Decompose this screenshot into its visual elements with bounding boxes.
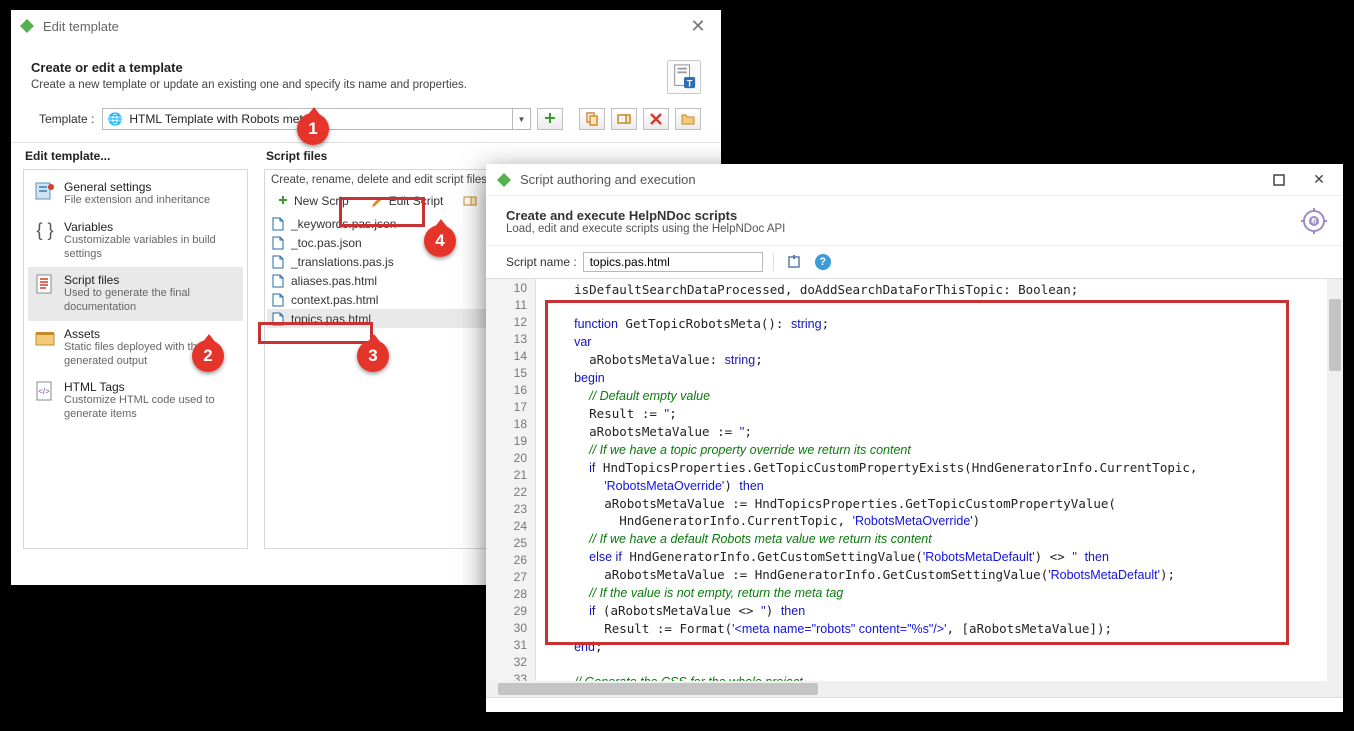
titlebar[interactable]: Script authoring and execution ✕ [486,164,1343,196]
titlebar[interactable]: Edit template ✕ [11,10,721,42]
file-icon [271,255,285,269]
app-icon [19,18,35,34]
chevron-down-icon[interactable]: ▼ [512,109,530,129]
open-folder-button[interactable] [675,108,701,130]
script-name-input[interactable] [583,252,763,272]
rename-script-button[interactable] [456,190,484,212]
app-icon [496,172,512,188]
nav-general-settings[interactable]: General settingsFile extension and inher… [28,174,243,214]
rename-icon [463,194,477,208]
nav-script-files[interactable]: Script filesUsed to generate the final d… [28,267,243,321]
dialog-header: Create or edit a template Create a new t… [11,42,721,108]
file-icon [271,217,285,231]
dialog-title: Edit template [43,19,683,34]
nav-html-tags[interactable]: </> HTML TagsCustomize HTML code used to… [28,374,243,428]
vertical-scrollbar[interactable] [1327,279,1343,681]
rename-template-button[interactable] [611,108,637,130]
file-icon [271,312,285,326]
template-icon: T [667,60,701,94]
dialog-header: Create and execute HelpNDoc scripts Load… [486,196,1343,246]
template-label: Template : [39,112,94,126]
edit-script-button[interactable]: Edit Script [358,190,457,212]
svg-text:</>: </> [38,387,50,396]
settings-icon [34,180,56,202]
close-icon[interactable]: ✕ [1299,164,1339,196]
code-editor[interactable]: 1011121314151617181920212223242526272829… [486,278,1343,698]
svg-text:API: API [1309,220,1319,226]
marker-1: 1 [297,113,329,145]
plus-icon [276,194,290,208]
globe-icon: 🌐 [107,111,123,127]
open-script-button[interactable] [784,252,806,272]
maximize-icon[interactable] [1259,164,1299,196]
file-icon [271,236,285,250]
edit-template-section: Edit template... [25,149,248,163]
script-icon [34,273,56,295]
marker-3: 3 [357,340,389,372]
scroll-corner [1327,681,1343,697]
script-files-section: Script files [266,149,711,163]
header-subtitle: Create a new template or update an exist… [31,79,667,91]
delete-template-button[interactable] [643,108,669,130]
copy-template-button[interactable] [579,108,605,130]
marker-4: 4 [424,225,456,257]
file-icon [271,274,285,288]
braces-icon: { } [34,220,56,242]
html-tag-icon: </> [34,380,56,402]
help-button[interactable]: ? [812,252,834,272]
file-icon [271,293,285,307]
nav-variables[interactable]: { } VariablesCustomizable variables in b… [28,214,243,268]
assets-icon [34,327,56,349]
pencil-icon [371,194,385,208]
svg-text:T: T [687,78,693,88]
dialog-title: Script authoring and execution [520,172,1259,187]
marker-2: 2 [192,340,224,372]
script-name-label: Script name : [506,255,577,269]
help-icon: ? [815,254,831,270]
add-template-button[interactable] [537,108,563,130]
close-icon[interactable]: ✕ [683,16,713,37]
horizontal-scrollbar[interactable] [486,681,1327,697]
api-gear-icon: API [1301,208,1327,234]
code-content[interactable]: isDefaultSearchDataProcessed, doAddSearc… [536,279,1327,681]
header-title: Create and execute HelpNDoc scripts [506,208,1301,223]
line-gutter: 1011121314151617181920212223242526272829… [486,279,536,697]
script-authoring-dialog: Script authoring and execution ✕ Create … [486,164,1343,712]
header-subtitle: Load, edit and execute scripts using the… [506,223,1301,235]
header-title: Create or edit a template [31,60,667,75]
new-script-button[interactable]: New Scrip [267,190,358,212]
